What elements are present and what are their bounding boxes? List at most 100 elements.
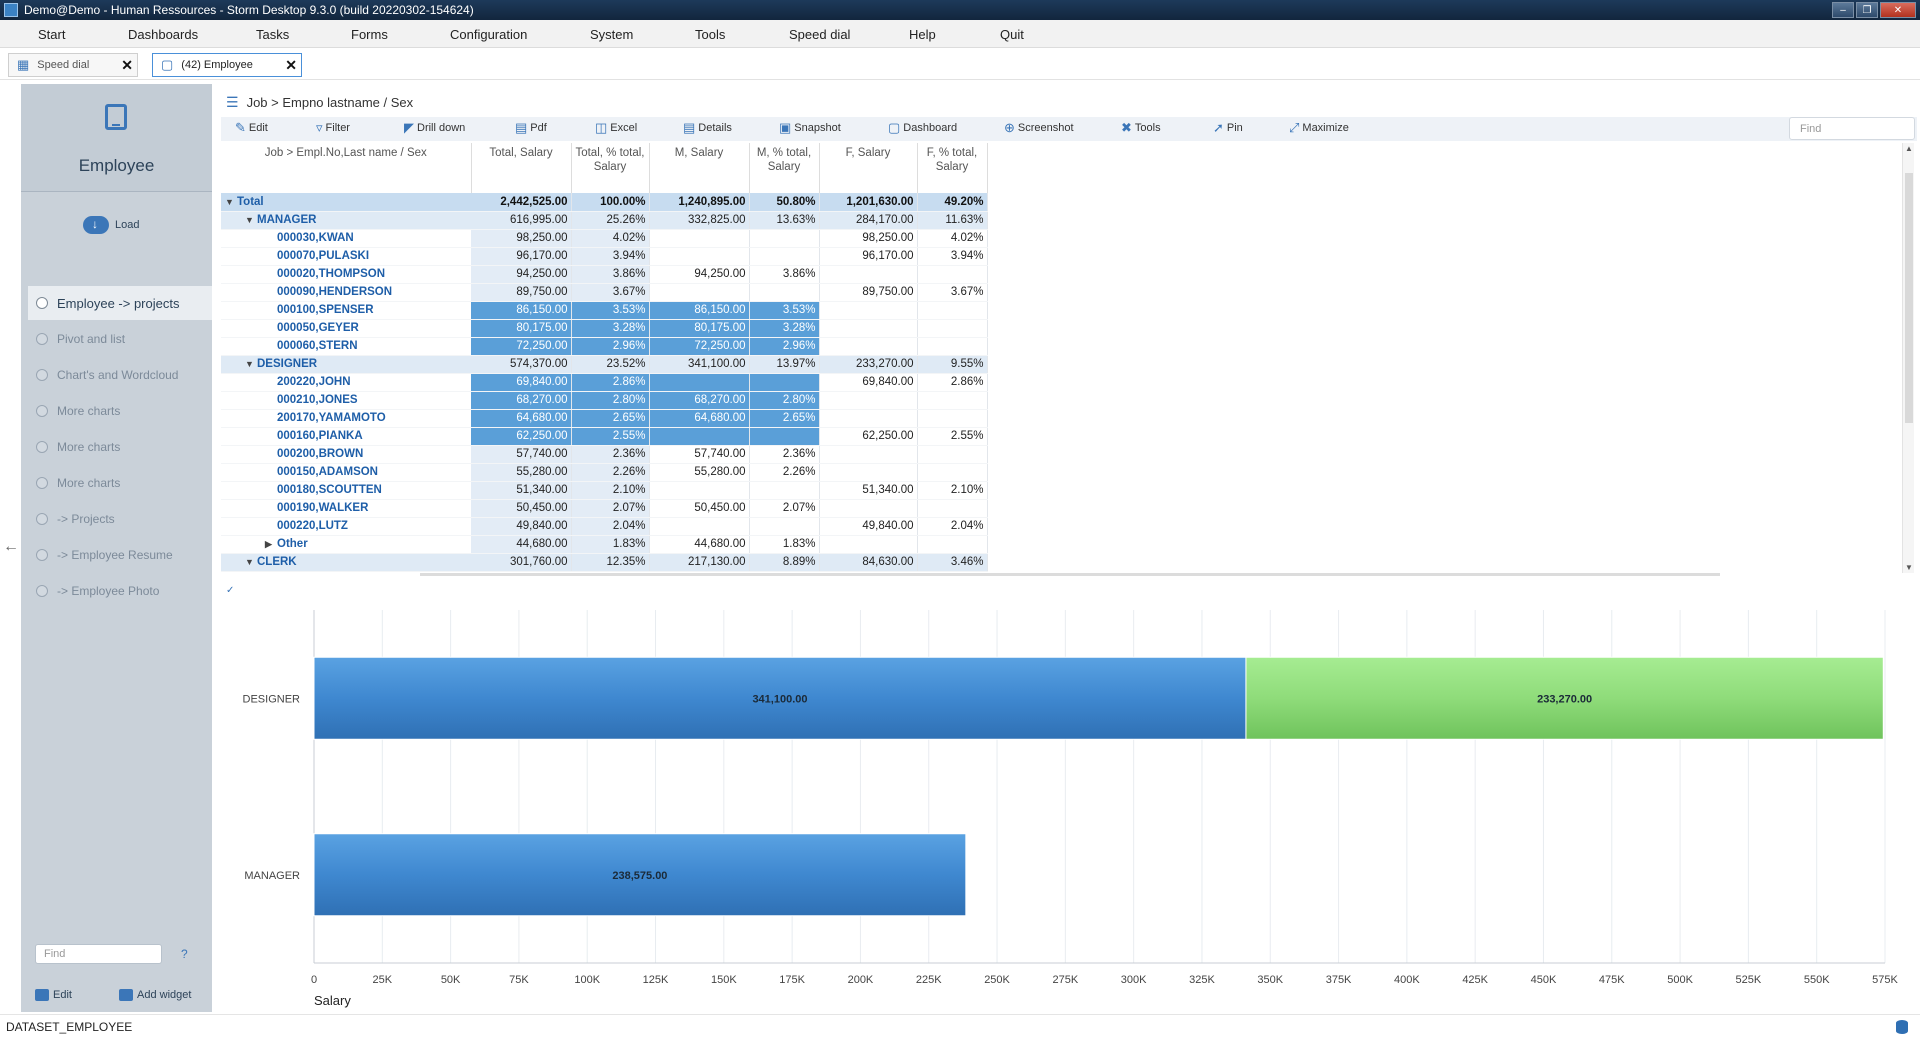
menu-icon[interactable]: ☰ <box>226 94 239 111</box>
table-cell[interactable] <box>819 445 918 464</box>
table-cell[interactable] <box>917 463 988 482</box>
table-cell[interactable]: 2.36% <box>749 445 820 464</box>
table-cell[interactable]: 25.26% <box>571 211 650 230</box>
table-cell[interactable]: 2.86% <box>571 373 650 392</box>
table-cell[interactable] <box>749 517 820 536</box>
table-row[interactable]: ▼ MANAGER 616,995.00 25.26% 332,825.00 13.63%… <box>221 211 988 230</box>
table-cell[interactable]: 44,680.00 <box>471 535 572 554</box>
table-cell[interactable] <box>917 499 988 518</box>
table-cell[interactable]: 2.10% <box>571 481 650 500</box>
table-cell[interactable]: 233,270.00 <box>819 355 918 374</box>
table-cell[interactable]: 3.53% <box>749 301 820 320</box>
table-cell[interactable] <box>749 481 820 500</box>
table-cell[interactable] <box>819 301 918 320</box>
table-cell[interactable]: 84,630.00 <box>819 553 918 572</box>
table-cell[interactable] <box>649 427 750 446</box>
table-cell[interactable]: 11.63% <box>917 211 988 230</box>
row-label-cell[interactable]: ▼ CLERK <box>221 553 471 572</box>
row-label-cell[interactable]: 000060,STERN <box>221 337 471 356</box>
collapse-icon[interactable]: ▼ <box>225 197 237 207</box>
column-header[interactable]: Total, % total, Salary <box>571 143 650 193</box>
table-cell[interactable]: 3.94% <box>571 247 650 266</box>
table-cell[interactable]: 62,250.00 <box>471 427 572 446</box>
table-cell[interactable]: 2.26% <box>749 463 820 482</box>
menu-system[interactable]: System <box>590 27 633 42</box>
table-cell[interactable] <box>749 283 820 302</box>
row-label-cell[interactable]: ▶ Other <box>221 535 471 554</box>
table-row[interactable]: ▼ Total 2,442,525.00 100.00% 1,240,895.00 50.… <box>221 193 988 212</box>
table-cell[interactable] <box>819 463 918 482</box>
table-cell[interactable]: 2.80% <box>571 391 650 410</box>
table-cell[interactable]: 2.36% <box>571 445 650 464</box>
menu-speed-dial[interactable]: Speed dial <box>789 27 850 42</box>
table-cell[interactable]: 2.80% <box>749 391 820 410</box>
row-label-cell[interactable]: ▼ DESIGNER <box>221 355 471 374</box>
menu-forms[interactable]: Forms <box>351 27 388 42</box>
table-cell[interactable] <box>649 517 750 536</box>
table-row[interactable]: 000090,HENDERSON 89,750.00 3.67% 89,750.00 3… <box>221 283 988 302</box>
table-cell[interactable]: 2.86% <box>917 373 988 392</box>
table-cell[interactable]: 2.10% <box>917 481 988 500</box>
table-cell[interactable]: 23.52% <box>571 355 650 374</box>
restore-button[interactable]: ❐ <box>1856 2 1878 18</box>
table-cell[interactable] <box>917 337 988 356</box>
table-cell[interactable]: 616,995.00 <box>471 211 572 230</box>
filter-button[interactable]: ▿ Filter <box>316 121 350 134</box>
scroll-up-icon[interactable]: ▲ <box>1905 144 1913 153</box>
table-row[interactable]: 200220,JOHN 69,840.00 2.86% 69,840.00 2.86% <box>221 373 988 392</box>
column-header[interactable]: F, Salary <box>819 143 918 193</box>
table-cell[interactable]: 2.07% <box>571 499 650 518</box>
back-arrow-icon[interactable]: ← <box>3 538 19 556</box>
row-label-cell[interactable]: 000100,SPENSER <box>221 301 471 320</box>
table-cell[interactable] <box>749 247 820 266</box>
table-cell[interactable]: 2.96% <box>571 337 650 356</box>
table-cell[interactable]: 68,270.00 <box>471 391 572 410</box>
sidebar-item-pivot-and-list[interactable]: Pivot and list <box>28 322 212 356</box>
table-cell[interactable]: 98,250.00 <box>819 229 918 248</box>
row-label-cell[interactable]: 000070,PULASKI <box>221 247 471 266</box>
table-cell[interactable]: 1,201,630.00 <box>819 193 918 212</box>
row-label-cell[interactable]: 000220,LUTZ <box>221 517 471 536</box>
sidebar-item-more-charts-3[interactable]: More charts <box>28 466 212 500</box>
table-cell[interactable] <box>917 319 988 338</box>
sidebar-item-employee-resume[interactable]: -> Employee Resume <box>28 538 212 572</box>
table-cell[interactable]: 69,840.00 <box>819 373 918 392</box>
table-cell[interactable]: 57,740.00 <box>649 445 750 464</box>
snapshot-button[interactable]: ▣ Snapshot <box>779 121 841 134</box>
tab-speed-dial[interactable]: ▦ Speed dial ✕ <box>8 53 138 77</box>
table-cell[interactable]: 62,250.00 <box>819 427 918 446</box>
drill-down-button[interactable]: ◤ Drill down <box>404 121 465 134</box>
table-cell[interactable] <box>917 535 988 554</box>
table-cell[interactable] <box>649 283 750 302</box>
table-cell[interactable]: 68,270.00 <box>649 391 750 410</box>
expand-icon[interactable]: ▶ <box>265 539 277 550</box>
table-cell[interactable]: 2.55% <box>917 427 988 446</box>
close-icon[interactable]: ✕ <box>121 57 133 74</box>
sidebar-item-employee-projects[interactable]: Employee -> projects <box>28 286 212 320</box>
table-cell[interactable]: 55,280.00 <box>471 463 572 482</box>
row-label-cell[interactable]: 000020,THOMPSON <box>221 265 471 284</box>
table-cell[interactable]: 3.28% <box>571 319 650 338</box>
table-cell[interactable]: 3.53% <box>571 301 650 320</box>
table-cell[interactable]: 64,680.00 <box>471 409 572 428</box>
table-cell[interactable] <box>819 319 918 338</box>
table-cell[interactable]: 80,175.00 <box>649 319 750 338</box>
row-label-cell[interactable]: 000050,GEYER <box>221 319 471 338</box>
table-row[interactable]: 000070,PULASKI 96,170.00 3.94% 96,170.00 3.9… <box>221 247 988 266</box>
table-row[interactable]: ▼ CLERK 301,760.00 12.35% 217,130.00 8.89% 84,… <box>221 553 988 572</box>
sidebar-item-charts-wordcloud[interactable]: Chart's and Wordcloud <box>28 358 212 392</box>
find-input[interactable]: Find <box>1789 117 1915 140</box>
table-cell[interactable]: 80,175.00 <box>471 319 572 338</box>
menu-start[interactable]: Start <box>38 27 65 42</box>
horizontal-scrollbar[interactable] <box>420 573 1720 576</box>
table-cell[interactable]: 332,825.00 <box>649 211 750 230</box>
table-cell[interactable]: 3.28% <box>749 319 820 338</box>
menu-configuration[interactable]: Configuration <box>450 27 527 42</box>
table-cell[interactable]: 301,760.00 <box>471 553 572 572</box>
table-cell[interactable]: 94,250.00 <box>471 265 572 284</box>
table-cell[interactable] <box>819 499 918 518</box>
row-label-cell[interactable]: 000200,BROWN <box>221 445 471 464</box>
table-cell[interactable]: 50,450.00 <box>471 499 572 518</box>
table-cell[interactable]: 51,340.00 <box>471 481 572 500</box>
table-cell[interactable] <box>917 391 988 410</box>
